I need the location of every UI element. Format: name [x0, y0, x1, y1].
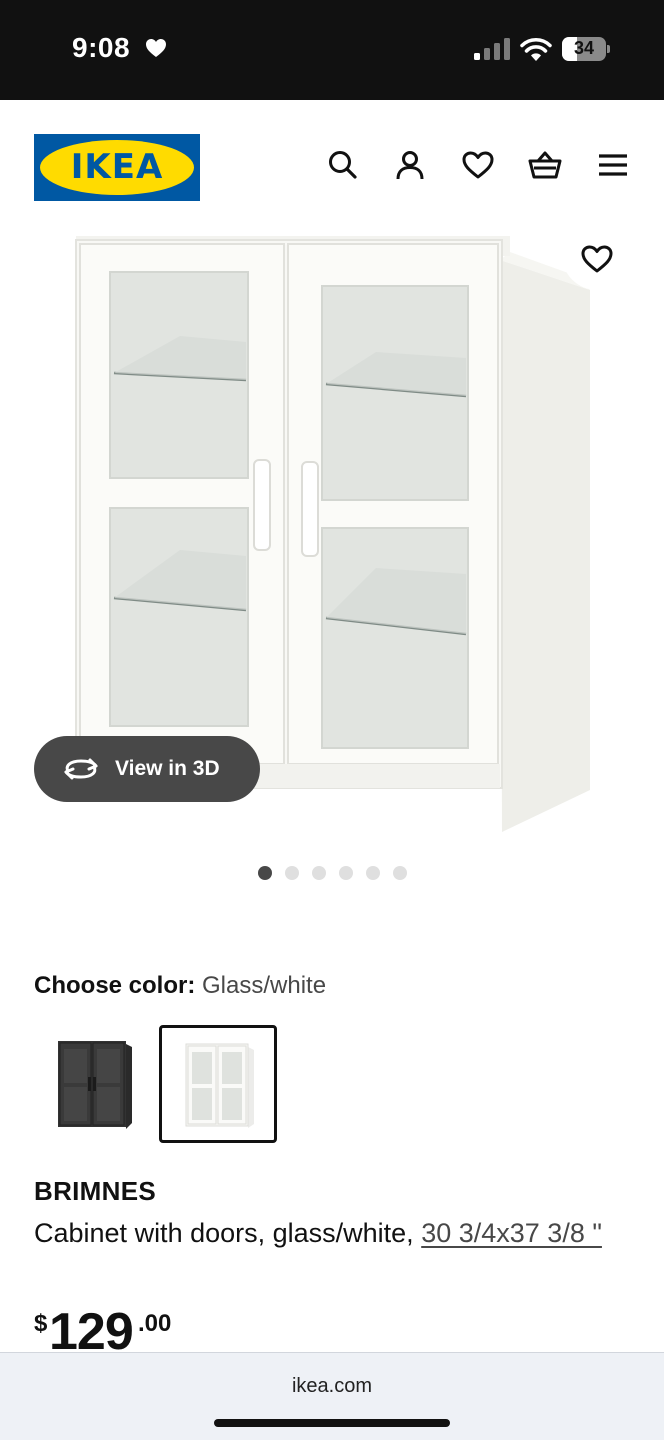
browser-address-bar[interactable]: ikea.com [0, 1352, 664, 1440]
favorites-heart-icon[interactable] [461, 148, 495, 182]
battery-icon: 34 [562, 37, 610, 61]
ikea-logo[interactable]: IKEA [34, 134, 200, 201]
white-cabinet-thumbnail [185, 1043, 254, 1128]
view-in-3d-label: View in 3D [115, 757, 220, 780]
view-in-3d-button[interactable]: View in 3D [34, 736, 260, 802]
product-description: Cabinet with doors, glass/white, 30 3/4x… [34, 1214, 634, 1252]
color-swatch-black[interactable] [34, 1025, 152, 1143]
price-decimal: .00 [138, 1310, 172, 1337]
site-header: IKEA [0, 100, 664, 230]
product-description-text: Cabinet with doors, glass/white, [34, 1218, 422, 1248]
color-swatch-glass-white[interactable] [159, 1025, 277, 1143]
status-time: 9:08 [72, 32, 131, 63]
product-image-gallery[interactable]: View in 3D [0, 230, 664, 850]
image-carousel-indicator [0, 866, 664, 882]
carousel-dot[interactable] [339, 866, 353, 880]
carousel-dot[interactable] [258, 866, 272, 880]
cart-icon[interactable] [528, 148, 562, 182]
heart-outline-icon [581, 245, 613, 273]
rotate-3d-icon [64, 758, 98, 780]
account-icon[interactable] [393, 148, 427, 182]
wifi-icon [520, 38, 552, 61]
price-currency: $ [34, 1310, 48, 1337]
heart-icon [146, 39, 166, 57]
logo-text: IKEA [70, 147, 164, 187]
battery-level: 34 [573, 38, 595, 58]
url-text[interactable]: ikea.com [0, 1375, 664, 1398]
home-indicator[interactable] [214, 1419, 450, 1427]
choose-color-label: Choose color: [34, 972, 196, 999]
menu-icon[interactable] [596, 148, 630, 182]
black-cabinet-thumbnail [58, 1041, 132, 1129]
selected-color-value: Glass/white [202, 972, 327, 999]
product-name: BRIMNES [34, 1176, 156, 1206]
signal-icon [474, 38, 510, 60]
carousel-dot[interactable] [285, 866, 299, 880]
search-icon[interactable] [326, 148, 360, 182]
status-bar: 9:08 34 [0, 0, 664, 100]
carousel-dot[interactable] [366, 866, 380, 880]
product-size-link[interactable]: 30 3/4x37 3/8 " [421, 1218, 602, 1248]
carousel-dot[interactable] [393, 866, 407, 880]
carousel-dot[interactable] [312, 866, 326, 880]
color-chooser-label: Choose color: Glass/white [34, 972, 326, 1000]
